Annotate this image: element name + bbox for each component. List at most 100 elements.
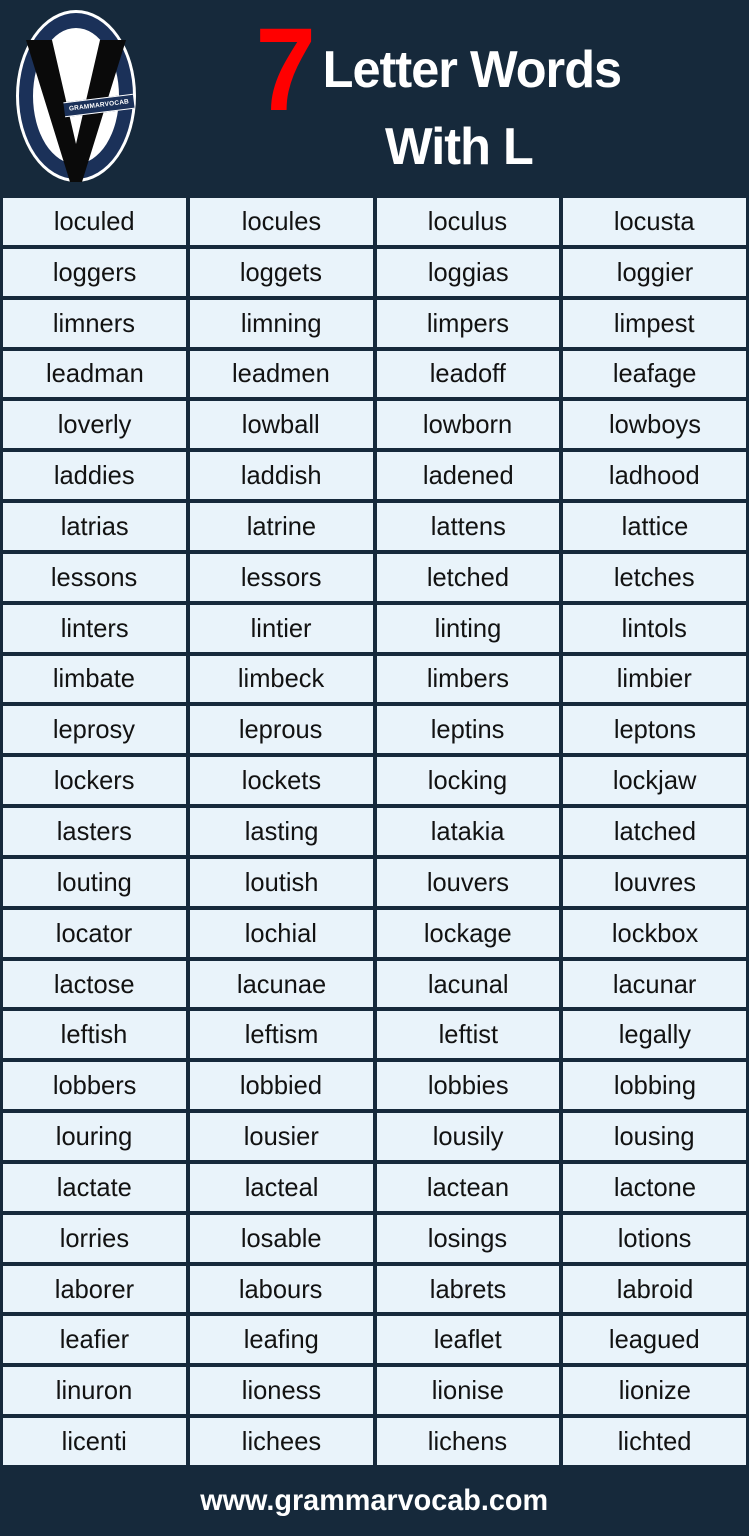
word-label: loggias (427, 256, 509, 287)
word-label: lousier (243, 1121, 319, 1152)
word-cell: lionise (376, 1367, 560, 1415)
word-label: latrine (246, 510, 316, 541)
word-cell: loculed (3, 198, 186, 245)
word-cell: ladhood (563, 452, 746, 500)
poster-title-text-1: Letter Words (323, 41, 622, 100)
word-cell: leaflet (376, 1316, 560, 1364)
word-label: louting (56, 866, 132, 897)
word-label: laborer (54, 1273, 135, 1304)
word-label: lowball (242, 409, 321, 440)
word-label: lockets (241, 765, 321, 796)
word-label: leadoff (429, 358, 506, 389)
word-cell: loggers (3, 248, 186, 296)
word-label: lobbied (240, 1070, 323, 1101)
word-label: losings (428, 1222, 508, 1253)
word-label: lacunae (236, 968, 326, 999)
word-cell: leadoff (376, 350, 560, 398)
word-cell: lorries (3, 1214, 186, 1262)
word-cell: leptons (563, 706, 746, 754)
word-label: lattice (621, 510, 688, 541)
word-label: leftish (61, 1019, 128, 1050)
word-cell: locusta (563, 198, 746, 245)
word-cell: lockbox (563, 909, 746, 957)
word-label: leptons (613, 714, 696, 745)
word-label: limbers (426, 663, 509, 694)
word-label: lowborn (423, 409, 513, 440)
word-label: lionize (618, 1375, 691, 1406)
word-label: legally (618, 1019, 691, 1050)
word-cell: limbier (563, 655, 746, 703)
word-label: lichees (241, 1426, 321, 1457)
word-label: labrets (429, 1273, 507, 1304)
word-cell: lattice (563, 503, 746, 550)
word-cell: limpest (563, 299, 746, 347)
word-cell: leafage (563, 350, 746, 398)
word-label: leafier (59, 1324, 130, 1355)
word-label: linting (434, 612, 502, 643)
word-cell: labours (189, 1265, 373, 1313)
word-cell: labroid (563, 1265, 746, 1313)
word-label: lobbing (613, 1070, 696, 1101)
word-cell: louvres (563, 858, 746, 906)
word-cell: lacunal (376, 960, 560, 1008)
word-label: locator (56, 917, 133, 948)
word-label: limpers (426, 307, 509, 338)
word-cell: leadman (3, 350, 186, 398)
word-cell: lactose (3, 960, 186, 1008)
word-label: lessors (240, 561, 322, 592)
word-cell: linting (376, 604, 560, 652)
word-cell: linuron (3, 1367, 186, 1415)
word-list-poster: GRAMMARVOCAB 7 Letter Words With L locul… (0, 0, 749, 1536)
word-label: louvers (426, 866, 509, 897)
word-cell: lacunae (189, 960, 373, 1008)
word-label: latrias (60, 510, 129, 541)
word-cell: legally (563, 1011, 746, 1059)
word-cell: limning (189, 299, 373, 347)
word-label: limbier (617, 663, 693, 694)
word-cell: lattens (376, 503, 560, 550)
word-cell: lionize (563, 1367, 746, 1415)
word-label: lacunar (612, 968, 697, 999)
poster-title-block: 7 Letter Words With L (140, 4, 739, 176)
word-label: lockjaw (612, 765, 697, 796)
word-label: lionise (431, 1375, 504, 1406)
word-cell: lichens (376, 1418, 560, 1465)
word-cell: lowball (189, 401, 373, 449)
word-label: louvres (613, 866, 696, 897)
word-label: lasting (244, 815, 318, 846)
word-cell: leafier (3, 1316, 186, 1364)
word-cell: latrias (3, 503, 186, 550)
word-cell: latrine (189, 503, 373, 550)
word-label: loculus (428, 205, 508, 236)
word-label: loggers (52, 256, 137, 287)
word-label: leftist (438, 1019, 498, 1050)
word-cell: louring (3, 1113, 186, 1160)
word-cell: limbers (376, 655, 560, 703)
word-cell: lintols (563, 604, 746, 652)
word-label: lattens (430, 510, 506, 541)
word-cell: letched (376, 553, 560, 601)
word-cell: lioness (189, 1367, 373, 1415)
website-url: www.grammarvocab.com (200, 1483, 549, 1517)
word-cell: limbate (3, 655, 186, 703)
poster-title-text-2: With L (384, 117, 534, 176)
word-label: lockers (54, 765, 135, 796)
word-cell: loggets (189, 248, 373, 296)
poster-number: 7 (255, 4, 315, 136)
word-cell: leprosy (3, 706, 186, 754)
word-cell: losable (189, 1214, 373, 1262)
word-cell: lasters (3, 808, 186, 855)
word-label: lichted (617, 1426, 692, 1457)
word-cell: losings (376, 1214, 560, 1262)
word-label: leprous (239, 714, 323, 745)
poster-footer: www.grammarvocab.com (0, 1465, 749, 1536)
word-label: latakia (431, 815, 505, 846)
word-label: lockage (423, 917, 512, 948)
word-label: loggets (240, 256, 323, 287)
word-cell: ladened (376, 452, 560, 500)
word-label: ladhood (609, 460, 700, 491)
word-label: leptins (431, 714, 505, 745)
word-cell: lowborn (376, 401, 560, 449)
grammarvocab-logo-icon: GRAMMARVOCAB (12, 8, 140, 186)
word-label: licenti (61, 1426, 127, 1457)
